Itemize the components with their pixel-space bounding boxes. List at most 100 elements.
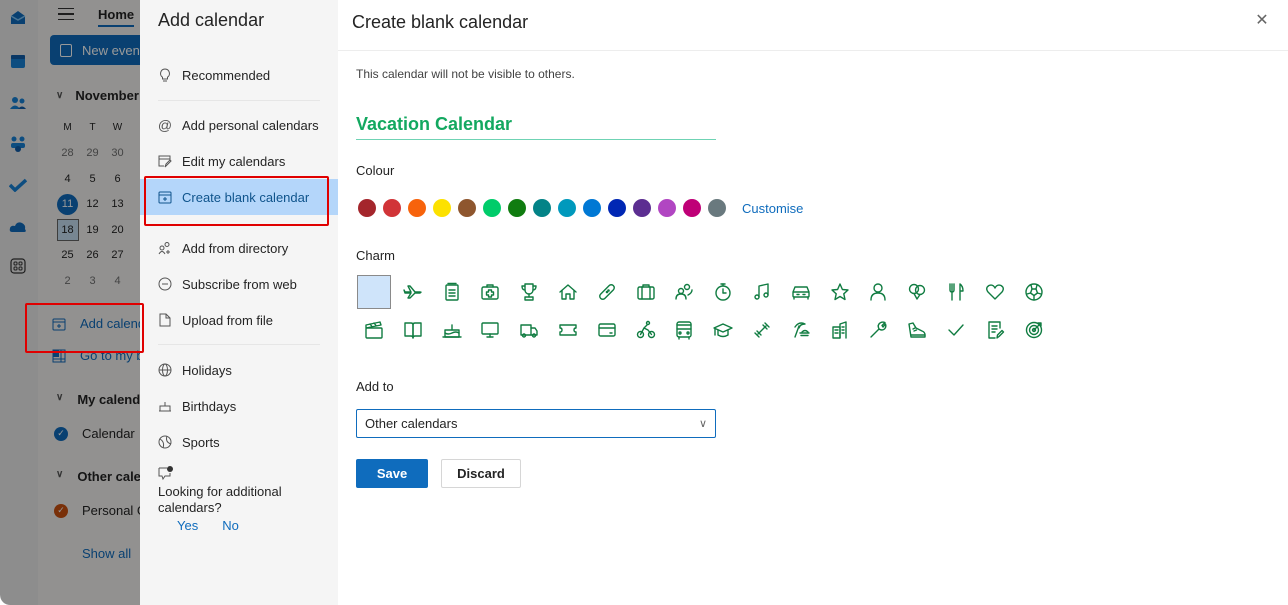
mini-calendar-day[interactable]: 28 [55, 147, 80, 159]
mini-calendar-day[interactable]: 30 [105, 147, 130, 159]
charm-option[interactable] [745, 313, 779, 347]
colour-swatch[interactable] [533, 199, 551, 217]
charm-none-option[interactable] [357, 275, 391, 309]
colour-swatch[interactable] [708, 199, 726, 217]
apps-grid-icon[interactable] [9, 257, 27, 275]
side-item-upload-from-file[interactable]: Upload from file [140, 302, 338, 338]
charm-option[interactable] [1017, 313, 1051, 347]
charm-option[interactable] [551, 275, 585, 309]
charm-option[interactable] [1017, 275, 1051, 309]
checked-circle-icon[interactable]: ✓ [54, 426, 68, 441]
charm-option[interactable] [357, 313, 391, 347]
mini-calendar-day[interactable]: 26 [80, 249, 105, 261]
mini-calendar-day[interactable]: 2 [55, 275, 80, 287]
charm-option[interactable] [590, 313, 624, 347]
charm-option[interactable] [473, 313, 507, 347]
colour-swatch[interactable] [608, 199, 626, 217]
mini-calendar-day[interactable]: 29 [80, 147, 105, 159]
colour-swatch[interactable] [433, 199, 451, 217]
mini-calendar-day[interactable]: 5 [80, 173, 105, 185]
mini-calendar-day[interactable]: 20 [105, 224, 130, 236]
new-event-button[interactable]: New event [50, 35, 140, 65]
side-item-edit-my-calendars[interactable]: Edit my calendars [140, 143, 338, 179]
colour-swatch[interactable] [383, 199, 401, 217]
charm-option[interactable] [396, 275, 430, 309]
mini-calendar-selected-day[interactable]: 18 [55, 218, 80, 241]
charm-option[interactable] [512, 275, 546, 309]
charm-option[interactable] [823, 275, 857, 309]
discard-button[interactable]: Discard [441, 459, 521, 488]
side-item-add-personal-calendars[interactable]: @ Add personal calendars [140, 107, 338, 143]
customise-colour-link[interactable]: Customise [742, 201, 803, 216]
side-item-subscribe-from-web[interactable]: Subscribe from web [140, 266, 338, 302]
charm-option[interactable] [590, 275, 624, 309]
charm-option[interactable] [435, 275, 469, 309]
mini-calendar-day[interactable]: 4 [105, 275, 130, 287]
charm-option[interactable] [745, 275, 779, 309]
people-icon[interactable] [9, 94, 27, 112]
charm-option[interactable] [396, 313, 430, 347]
charm-option[interactable] [978, 275, 1012, 309]
side-item-birthdays[interactable]: Birthdays [140, 388, 338, 424]
checked-circle-icon[interactable]: ✓ [54, 503, 68, 518]
charm-option[interactable] [629, 275, 663, 309]
colour-swatch[interactable] [408, 199, 426, 217]
colour-swatch[interactable] [558, 199, 576, 217]
charm-option[interactable] [939, 313, 973, 347]
hamburger-menu-icon[interactable] [58, 8, 74, 20]
charm-option[interactable] [667, 313, 701, 347]
charm-option[interactable] [629, 313, 663, 347]
onedrive-cloud-icon[interactable] [9, 218, 27, 236]
charm-option[interactable] [473, 275, 507, 309]
other-calendars-header[interactable]: ∨ Other calendars [56, 469, 140, 484]
mini-calendar-day[interactable]: 13 [105, 198, 130, 210]
charm-option[interactable] [551, 313, 585, 347]
close-icon[interactable]: ✕ [1254, 13, 1270, 29]
mini-calendar-day[interactable]: 19 [80, 224, 105, 236]
mini-calendar-today[interactable]: 11 [55, 193, 80, 215]
charm-option[interactable] [939, 275, 973, 309]
charm-option[interactable] [784, 313, 818, 347]
side-item-recommended[interactable]: Recommended [140, 57, 338, 93]
colour-swatch[interactable] [358, 199, 376, 217]
tab-home[interactable]: Home [98, 7, 134, 22]
charm-option[interactable] [512, 313, 546, 347]
charm-option[interactable] [435, 313, 469, 347]
charm-option[interactable] [861, 275, 895, 309]
charm-option[interactable] [823, 313, 857, 347]
mini-calendar-day[interactable]: 6 [105, 173, 130, 185]
calendar-name-input[interactable] [356, 110, 716, 140]
mini-calendar-day[interactable]: 3 [80, 275, 105, 287]
colour-swatch[interactable] [633, 199, 651, 217]
side-item-holidays[interactable]: Holidays [140, 352, 338, 388]
colour-swatch[interactable] [583, 199, 601, 217]
mini-calendar-day[interactable]: 25 [55, 249, 80, 261]
charm-option[interactable] [978, 313, 1012, 347]
go-to-booking-link[interactable]: Go to my booking page [52, 348, 140, 363]
charm-option[interactable] [861, 313, 895, 347]
charm-option[interactable] [706, 313, 740, 347]
feedback-no-link[interactable]: No [222, 518, 239, 533]
calendar-list-item[interactable]: ✓ Calendar [54, 426, 135, 441]
save-button[interactable]: Save [356, 459, 428, 488]
add-calendar-link[interactable]: Add calendar [52, 316, 140, 331]
charm-option[interactable] [706, 275, 740, 309]
side-item-sports[interactable]: Sports [140, 424, 338, 460]
mini-calendar-day[interactable]: 27 [105, 249, 130, 261]
side-item-create-blank-calendar[interactable]: Create blank calendar [140, 179, 338, 215]
colour-swatch[interactable] [508, 199, 526, 217]
colour-swatch[interactable] [483, 199, 501, 217]
charm-option[interactable] [900, 313, 934, 347]
personal-goals-list-item[interactable]: ✓ Personal Goals [54, 503, 140, 518]
colour-swatch[interactable] [658, 199, 676, 217]
show-all-link[interactable]: Show all [82, 546, 131, 561]
side-item-add-from-directory[interactable]: Add from directory [140, 230, 338, 266]
charm-option[interactable] [784, 275, 818, 309]
mini-calendar-day[interactable]: 4 [55, 173, 80, 185]
todo-check-icon[interactable] [9, 176, 27, 194]
mini-calendar-month-header[interactable]: ∨ November [56, 88, 139, 103]
mini-calendar-day[interactable]: 12 [80, 198, 105, 210]
mail-icon[interactable] [9, 9, 27, 27]
colour-swatch[interactable] [458, 199, 476, 217]
charm-option[interactable] [900, 275, 934, 309]
